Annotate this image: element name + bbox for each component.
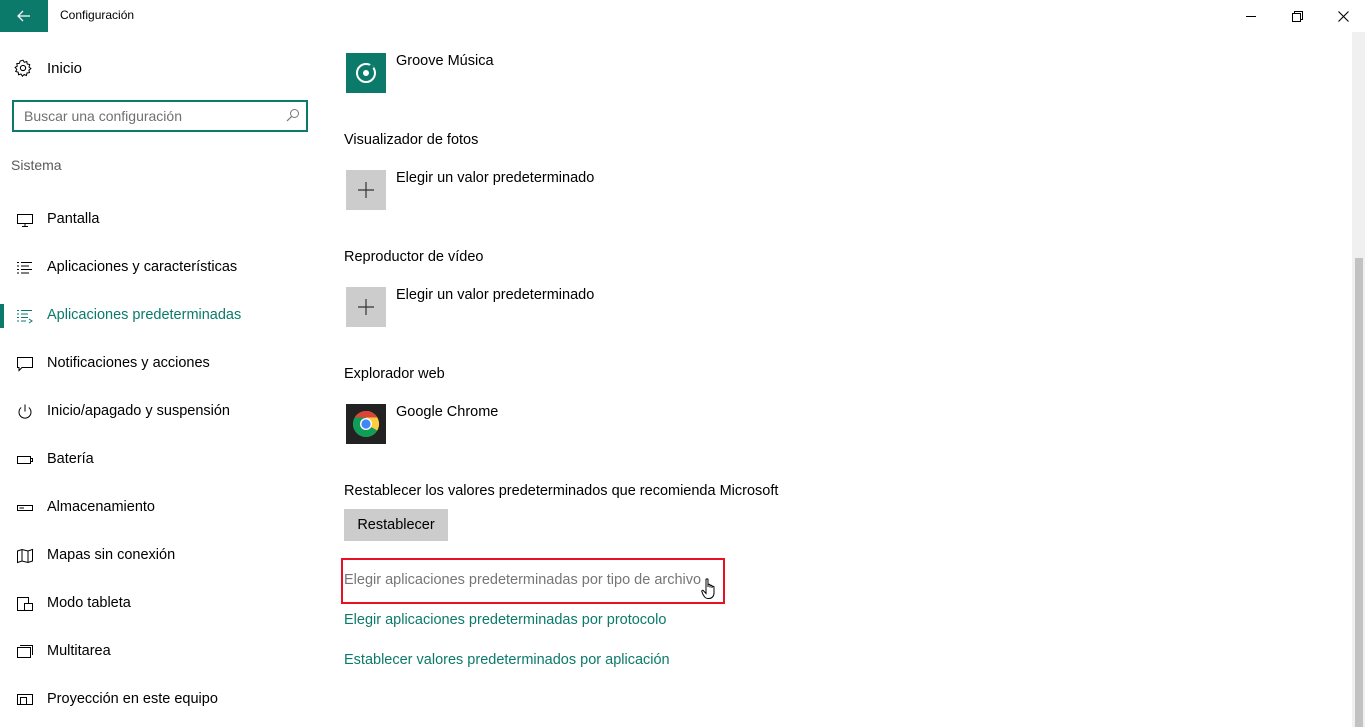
notification-icon [17, 357, 33, 372]
photo-viewer-app: Elegir un valor predeterminado [396, 170, 595, 186]
hand-cursor-icon [701, 578, 715, 599]
highlight-box [341, 558, 725, 604]
groove-music-icon [356, 63, 376, 83]
video-player-tile [346, 287, 386, 327]
reset-button[interactable]: Restablecer [344, 509, 448, 541]
sidebar-item-label: Almacenamiento [47, 499, 155, 515]
restore-button[interactable] [1274, 0, 1320, 32]
nav-list: Pantalla Aplicaciones y características … [0, 196, 320, 724]
storage-icon [17, 505, 33, 511]
title-bar: Configuración [0, 0, 1365, 32]
sidebar-item-multitarea[interactable]: Multitarea [0, 628, 320, 676]
music-app-name: Groove Música [396, 53, 494, 69]
sidebar-item-aplicaciones-predeterminadas[interactable]: Aplicaciones predeterminadas [0, 292, 320, 340]
default-apps-icon [17, 310, 33, 324]
sidebar-item-modo-tableta[interactable]: Modo tableta [0, 580, 320, 628]
sidebar-item-notificaciones[interactable]: Notificaciones y acciones [0, 340, 320, 388]
sidebar-item-almacenamiento[interactable]: Almacenamiento [0, 484, 320, 532]
sidebar-item-pantalla[interactable]: Pantalla [0, 196, 320, 244]
main-content: Groove Música Visualizador de fotos Eleg… [341, 32, 1344, 727]
sidebar-item-label: Modo tableta [47, 595, 131, 611]
projection-icon [17, 694, 33, 705]
battery-icon [17, 456, 33, 464]
scrollbar-thumb[interactable] [1355, 258, 1363, 727]
multitask-icon [17, 645, 33, 658]
web-browser-app: Google Chrome [396, 404, 499, 420]
search-icon[interactable] [286, 108, 300, 122]
sidebar-item-label: Notificaciones y acciones [47, 355, 210, 371]
photo-viewer-selector[interactable]: Elegir un valor predeterminado [346, 170, 594, 210]
sidebar-item-label: Multitarea [47, 643, 111, 659]
plus-icon [358, 182, 374, 198]
photo-viewer-tile [346, 170, 386, 210]
close-icon [1337, 10, 1349, 22]
chrome-tile [346, 404, 386, 444]
sidebar-item-label: Inicio/apagado y suspensión [47, 403, 230, 419]
close-button[interactable] [1320, 0, 1365, 32]
chrome-icon [352, 410, 380, 438]
list-icon [17, 262, 32, 274]
window-title: Configuración [60, 8, 135, 22]
search-box[interactable] [12, 100, 308, 132]
music-app-selector[interactable]: Groove Música [346, 53, 494, 93]
sidebar-item-mapas[interactable]: Mapas sin conexión [0, 532, 320, 580]
link-by-protocol[interactable]: Elegir aplicaciones predeterminadas por … [344, 612, 666, 628]
web-browser-selector[interactable]: Google Chrome [346, 404, 498, 444]
section-label: Sistema [11, 157, 62, 173]
map-icon [17, 548, 33, 564]
tablet-icon [17, 597, 33, 611]
sidebar-item-label: Batería [47, 451, 94, 467]
sidebar-item-proyeccion[interactable]: Proyección en este equipo [0, 676, 320, 724]
minimize-icon [1246, 16, 1256, 17]
video-player-title: Reproductor de vídeo [344, 249, 484, 265]
sidebar-item-label: Pantalla [47, 211, 100, 227]
power-icon [18, 404, 32, 419]
reset-title: Restablecer los valores predeterminados … [344, 483, 779, 499]
search-input[interactable] [24, 106, 274, 126]
groove-music-tile [346, 53, 386, 93]
home-label: Inicio [47, 59, 83, 77]
back-button[interactable] [0, 0, 48, 32]
monitor-icon [17, 214, 33, 227]
restore-icon [1291, 10, 1303, 22]
scrollbar-track [1355, 34, 1363, 254]
gear-icon [14, 59, 32, 77]
minimize-button[interactable] [1228, 0, 1274, 32]
sidebar-item-bateria[interactable]: Batería [0, 436, 320, 484]
video-player-selector[interactable]: Elegir un valor predeterminado [346, 287, 594, 327]
sidebar-item-aplicaciones[interactable]: Aplicaciones y características [0, 244, 320, 292]
web-browser-title: Explorador web [344, 366, 445, 382]
sidebar-item-label: Proyección en este equipo [47, 691, 218, 707]
sidebar: Inicio Sistema Pantalla Aplicaciones y c… [0, 32, 320, 727]
photo-viewer-title: Visualizador de fotos [344, 132, 479, 148]
scrollbar[interactable] [1352, 32, 1365, 727]
sidebar-item-label: Aplicaciones predeterminadas [47, 307, 242, 323]
sidebar-item-label: Aplicaciones y características [47, 259, 238, 275]
plus-icon [358, 299, 374, 315]
back-arrow-icon [17, 10, 30, 22]
sidebar-item-label: Mapas sin conexión [47, 547, 176, 563]
link-by-app[interactable]: Establecer valores predeterminados por a… [344, 652, 670, 668]
sidebar-item-inicio-apagado[interactable]: Inicio/apagado y suspensión [0, 388, 320, 436]
home-nav-item[interactable]: Inicio [14, 56, 82, 80]
video-player-app: Elegir un valor predeterminado [396, 287, 595, 303]
